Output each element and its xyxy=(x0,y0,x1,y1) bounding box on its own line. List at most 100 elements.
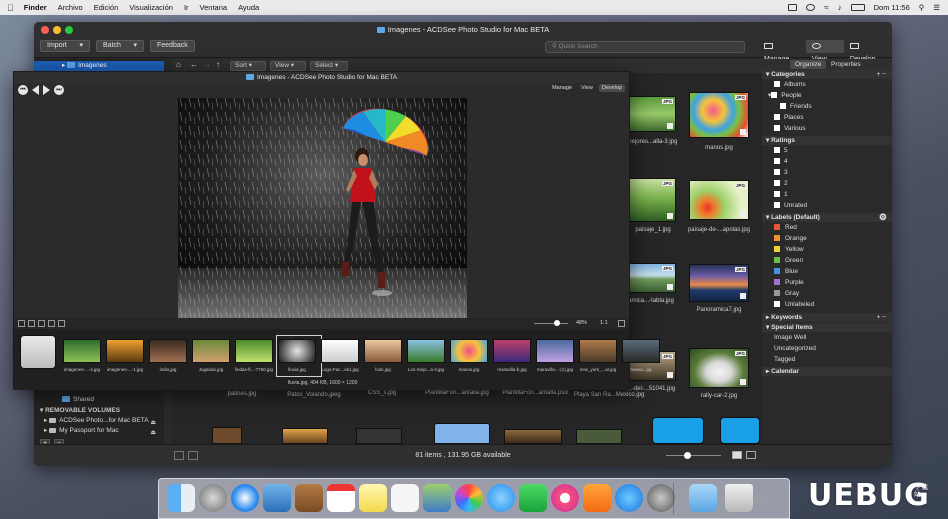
checkbox[interactable] xyxy=(774,114,780,120)
filmstrip-thumbnail[interactable] xyxy=(321,339,359,363)
wifi-icon[interactable]: ≈ xyxy=(824,3,828,12)
label-yellow[interactable]: Yellow xyxy=(762,245,892,256)
manage-mode-button[interactable]: Manage xyxy=(549,84,575,92)
volume-icon[interactable]: ♪ xyxy=(838,3,842,12)
label-blue[interactable]: Blue xyxy=(762,267,892,278)
eject-icon[interactable]: ⏏ xyxy=(150,428,156,438)
app-store-icon[interactable] xyxy=(615,484,643,512)
label-red[interactable]: Red xyxy=(762,223,892,234)
photo-booth-icon[interactable] xyxy=(423,484,451,512)
tab-organize[interactable]: Organize xyxy=(790,60,827,69)
special-items-header[interactable]: ▾ Special Items xyxy=(762,323,892,332)
system-preferences-icon[interactable] xyxy=(647,484,675,512)
special-item-uncategorized[interactable]: Uncategorized xyxy=(762,344,892,355)
category-people[interactable]: ▾ People xyxy=(762,91,892,102)
up-arrow-icon[interactable]: ↑ xyxy=(216,60,220,69)
label-green[interactable]: Green xyxy=(762,256,892,267)
finder-icon[interactable] xyxy=(167,484,195,512)
thumbnail[interactable]: JPG xyxy=(628,178,676,222)
feedback-button[interactable]: Feedback xyxy=(150,40,195,52)
thumbnail-size-slider[interactable] xyxy=(666,455,721,456)
keywords-header[interactable]: ▸ Keywords + − xyxy=(762,313,892,322)
notification-center-icon[interactable]: ☰ xyxy=(933,3,940,12)
filmstrip-thumbnail[interactable] xyxy=(278,339,316,363)
filmstrip-thumbnail[interactable] xyxy=(536,339,574,363)
select-checkbox[interactable] xyxy=(667,123,673,129)
downloads-folder-icon[interactable] xyxy=(689,484,717,512)
filmstrip-thumbnail[interactable] xyxy=(106,339,144,363)
rating-2[interactable]: 2 xyxy=(762,179,892,190)
grid-view-icon[interactable] xyxy=(732,451,742,459)
ratings-header[interactable]: ▾ Ratings xyxy=(762,136,892,145)
menu-edicion[interactable]: Edición xyxy=(94,3,119,12)
add-icon[interactable]: + − xyxy=(877,313,886,322)
forward-arrow-icon[interactable]: → xyxy=(203,60,211,69)
folder-item-imagenes[interactable]: ▸ Imagenes xyxy=(34,61,164,71)
special-item-tagged[interactable]: Tagged xyxy=(762,355,892,366)
filmstrip-thumbnail[interactable] xyxy=(149,339,187,363)
safari-icon[interactable] xyxy=(231,484,259,512)
calendar-icon[interactable] xyxy=(327,484,355,512)
filmstrip-thumbnail[interactable] xyxy=(407,339,445,363)
rating-3[interactable]: 3 xyxy=(762,168,892,179)
fit-icon[interactable] xyxy=(38,320,45,327)
rating-1[interactable]: 1 xyxy=(762,190,892,201)
menu-ir[interactable]: Ir xyxy=(184,3,189,12)
notes-icon[interactable] xyxy=(359,484,387,512)
rating-unrated[interactable]: Unrated xyxy=(762,201,892,212)
filmstrip-thumbnail[interactable] xyxy=(192,339,230,363)
clock[interactable]: Dom 11:56 xyxy=(874,3,910,12)
filmstrip-thumbnail[interactable] xyxy=(364,339,402,363)
thumbnail[interactable]: JPG xyxy=(628,263,676,293)
thumbnail[interactable] xyxy=(212,427,242,444)
main-titlebar[interactable]: Imagenes - ACDSee Photo Studio for Mac B… xyxy=(34,22,892,38)
volume-item[interactable]: ▸ My Passport for Mac ⏏ xyxy=(34,426,164,436)
select-checkbox[interactable] xyxy=(667,372,673,378)
filmstrip-thumbnail[interactable] xyxy=(493,339,531,363)
launchpad-icon[interactable] xyxy=(199,484,227,512)
filmstrip-thumbnail[interactable] xyxy=(450,339,488,363)
filmstrip-thumbnail[interactable] xyxy=(63,339,101,363)
menu-ayuda[interactable]: Ayuda xyxy=(238,3,259,12)
folder-item-shared[interactable]: Shared xyxy=(34,395,164,405)
category-various[interactable]: Various xyxy=(762,124,892,135)
add-icon[interactable]: + − xyxy=(877,70,886,79)
next-image-icon[interactable] xyxy=(43,85,50,95)
rotate-left-icon[interactable] xyxy=(18,320,25,327)
volume-item[interactable]: ▸ ACDSee Photo...for Mac BETA ⏏ xyxy=(34,416,164,426)
categories-header[interactable]: ▾ Categories + − xyxy=(762,70,892,79)
info-icon[interactable] xyxy=(58,320,65,327)
filmstrip-thumbnail[interactable] xyxy=(579,339,617,363)
import-button[interactable]: Import ▾ xyxy=(40,40,90,52)
select-checkbox[interactable] xyxy=(667,284,673,290)
last-image-icon[interactable]: ⏭ xyxy=(54,85,64,95)
spotlight-icon[interactable]: ⚲ xyxy=(919,3,925,12)
list-view-icon[interactable] xyxy=(746,451,756,459)
calendar-header[interactable]: ▸ Calendar xyxy=(762,367,892,376)
thumbnail[interactable]: JPG xyxy=(689,180,749,220)
contacts-icon[interactable] xyxy=(295,484,323,512)
view-mode-button[interactable]: View xyxy=(805,40,844,63)
zoom-slider-knob[interactable] xyxy=(554,320,560,326)
expand-icon[interactable] xyxy=(618,320,625,327)
menu-archivo[interactable]: Archivo xyxy=(58,3,83,12)
zoom-slider[interactable] xyxy=(534,320,568,326)
zoom-level[interactable]: 48% xyxy=(576,320,587,326)
select-checkbox[interactable] xyxy=(740,129,746,135)
reminders-icon[interactable] xyxy=(391,484,419,512)
slider-knob[interactable] xyxy=(684,452,691,459)
select-checkbox[interactable] xyxy=(740,293,746,299)
removable-volumes-header[interactable]: ▾ REMOVABLE VOLUMES xyxy=(34,406,164,415)
facetime-icon[interactable] xyxy=(519,484,547,512)
label-unlabeled[interactable]: Unlabeled xyxy=(762,300,892,311)
fullscreen-icon[interactable] xyxy=(48,320,55,327)
menu-visualizacion[interactable]: Visualización xyxy=(129,3,173,12)
previous-image-icon[interactable] xyxy=(32,85,39,95)
gear-icon[interactable]: ⚙ xyxy=(879,213,887,222)
preview-icon[interactable] xyxy=(263,484,291,512)
folder-thumbnail[interactable] xyxy=(434,423,490,444)
develop-mode-button[interactable]: Develop xyxy=(844,40,892,63)
manage-mode-button[interactable]: Manage xyxy=(758,40,806,63)
tab-properties[interactable]: Properties xyxy=(826,60,866,69)
thumbnail[interactable] xyxy=(504,429,562,444)
